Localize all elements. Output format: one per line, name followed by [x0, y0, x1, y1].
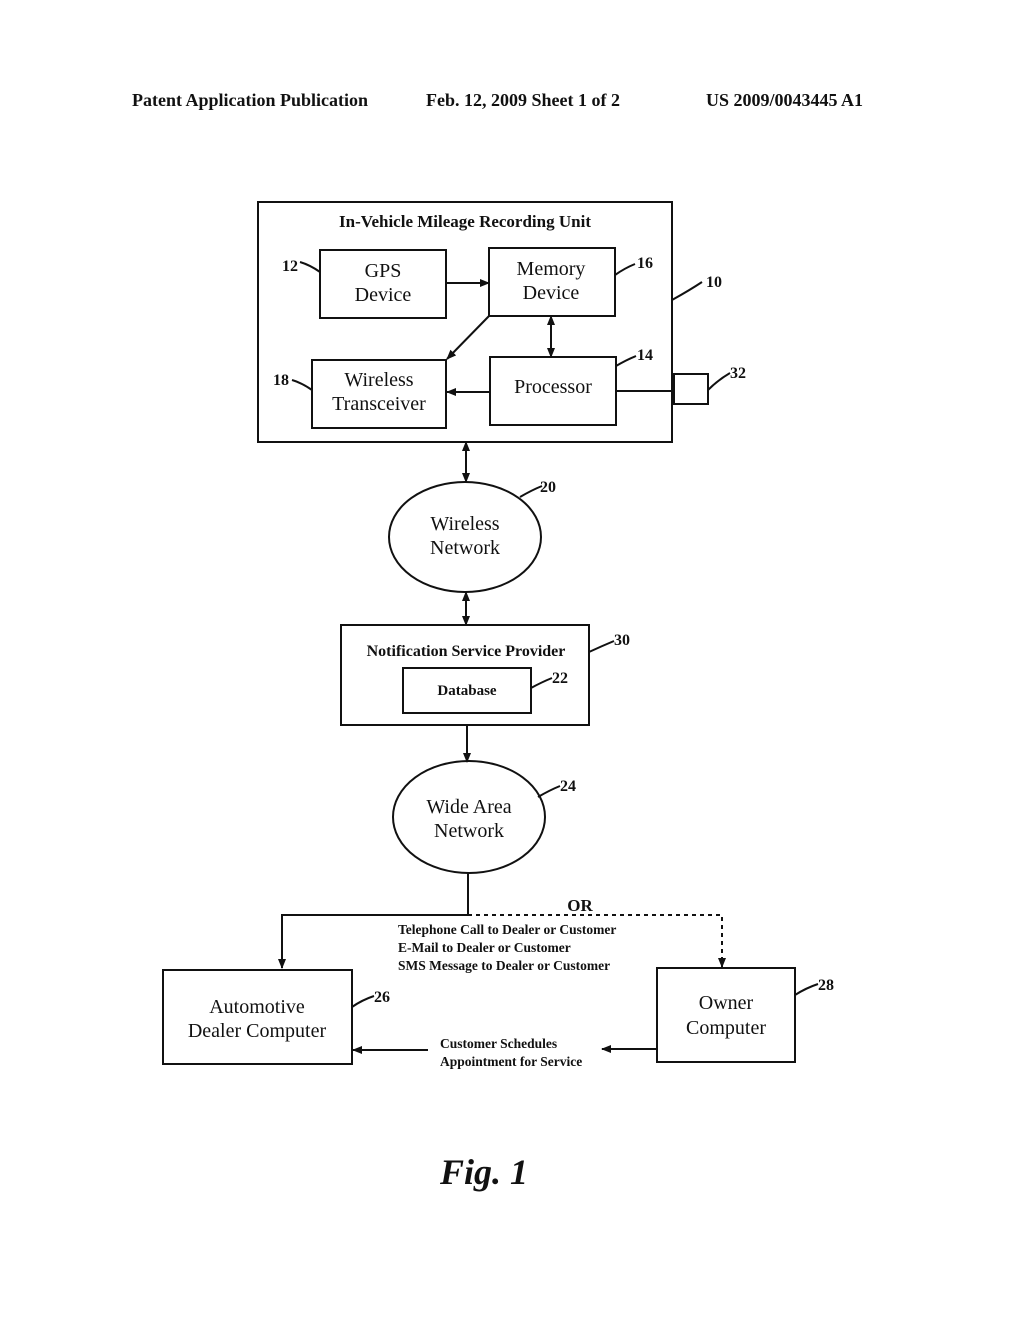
ref-30-leader	[588, 640, 615, 653]
dealer-label-1: Automotive	[209, 996, 305, 1018]
gps-label-1: GPS	[365, 260, 402, 282]
ref-28: 28	[818, 977, 834, 994]
owner-label-1: Owner	[699, 992, 754, 1014]
or-label: OR	[567, 896, 593, 915]
wireless-network-label-2: Network	[430, 537, 500, 559]
ref-26: 26	[374, 989, 390, 1006]
ref-22: 22	[552, 670, 568, 687]
ref-18-leader	[291, 379, 313, 391]
ref-20-leader	[519, 485, 543, 498]
owner-label-2: Computer	[686, 1017, 766, 1039]
memory-label-1: Memory	[517, 258, 586, 280]
figure-label: Fig. 1	[439, 1152, 528, 1192]
processor-label: Processor	[514, 376, 592, 398]
ref-22-leader	[530, 677, 553, 689]
schedule-label-2: Appointment for Service	[440, 1054, 582, 1069]
memory-label-2: Device	[523, 282, 580, 304]
ref-28-leader	[794, 983, 819, 996]
ref-18: 18	[273, 372, 289, 389]
wan-label-2: Network	[434, 820, 504, 842]
database-label: Database	[437, 683, 497, 699]
ref-12-leader	[299, 261, 321, 273]
ref-32-leader	[707, 372, 731, 391]
transceiver-label-1: Wireless	[344, 369, 413, 391]
ref-30: 30	[614, 632, 630, 649]
recording-unit-title: In-Vehicle Mileage Recording Unit	[339, 212, 591, 231]
wan-label-1: Wide Area	[426, 796, 511, 818]
ref-14: 14	[637, 347, 653, 364]
ref-32: 32	[730, 365, 746, 382]
notification-telephone: Telephone Call to Dealer or Customer	[398, 922, 616, 937]
schedule-label-1: Customer Schedules	[440, 1036, 557, 1051]
wireless-network-label-1: Wireless	[430, 513, 499, 535]
memory-to-transceiver-arrow	[446, 315, 490, 360]
owner-computer-box	[656, 967, 796, 1063]
notification-email: E-Mail to Dealer or Customer	[398, 940, 571, 955]
ref-16-leader	[614, 263, 636, 276]
ref-10: 10	[706, 274, 722, 291]
ref-24: 24	[560, 778, 576, 795]
ref-20: 20	[540, 479, 556, 496]
transceiver-label-2: Transceiver	[332, 393, 426, 415]
ref-14-leader	[615, 355, 637, 367]
ref-24-leader	[537, 785, 561, 798]
recording-unit-box	[257, 201, 673, 443]
ref-10-leader	[671, 281, 703, 301]
ref-16: 16	[637, 255, 653, 272]
notification-sms: SMS Message to Dealer or Customer	[398, 958, 610, 973]
nsp-title: Notification Service Provider	[367, 643, 566, 660]
ref-26-leader	[351, 995, 375, 1008]
ref-12: 12	[282, 258, 298, 275]
block-diagram: In-Vehicle Mileage Recording Unit 10 GPS…	[162, 201, 834, 1192]
dealer-label-2: Dealer Computer	[188, 1020, 327, 1042]
gps-label-2: Device	[355, 284, 412, 306]
port-box	[673, 373, 709, 405]
